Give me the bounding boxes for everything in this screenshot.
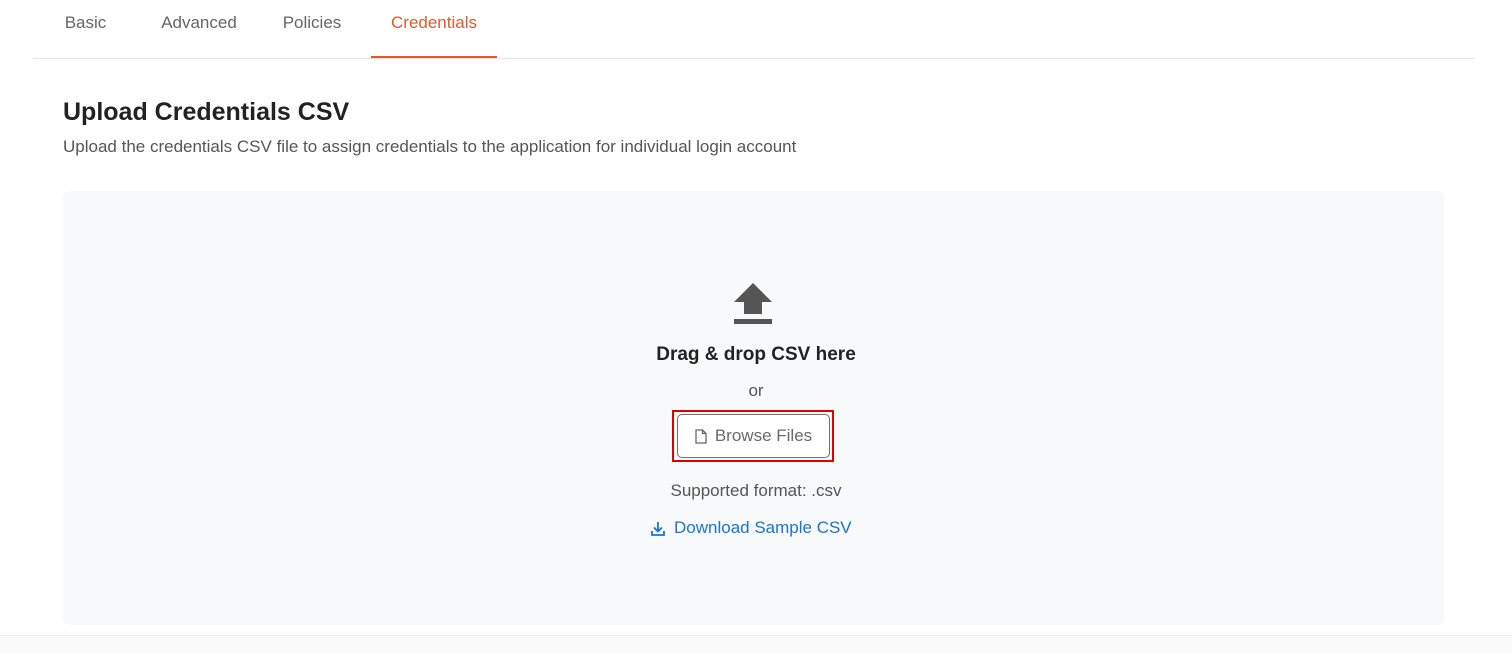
tab-credentials[interactable]: Credentials xyxy=(371,0,497,58)
drop-or-text: or xyxy=(748,381,764,400)
tab-policies[interactable]: Policies xyxy=(280,0,344,58)
download-icon xyxy=(651,521,665,536)
browse-files-button[interactable]: Browse Files xyxy=(677,414,830,458)
bottom-band xyxy=(0,635,1512,654)
supported-format-text: Supported format: .csv xyxy=(670,481,842,500)
browse-files-label: Browse Files xyxy=(714,426,813,445)
tab-basic[interactable]: Basic xyxy=(63,0,108,58)
tab-bar: Basic Advanced Policies Credentials xyxy=(33,0,1474,59)
drop-title: Drag & drop CSV here xyxy=(656,344,856,365)
download-sample-csv-label: Download Sample CSV xyxy=(674,518,852,537)
page-subtitle: Upload the credentials CSV file to assig… xyxy=(63,137,797,156)
tab-advanced[interactable]: Advanced xyxy=(157,0,241,58)
csv-dropzone[interactable] xyxy=(63,191,1444,625)
page-title: Upload Credentials CSV xyxy=(63,98,350,126)
download-sample-csv-link[interactable]: Download Sample CSV xyxy=(651,517,852,539)
upload-icon xyxy=(734,283,772,324)
file-icon xyxy=(695,428,707,444)
